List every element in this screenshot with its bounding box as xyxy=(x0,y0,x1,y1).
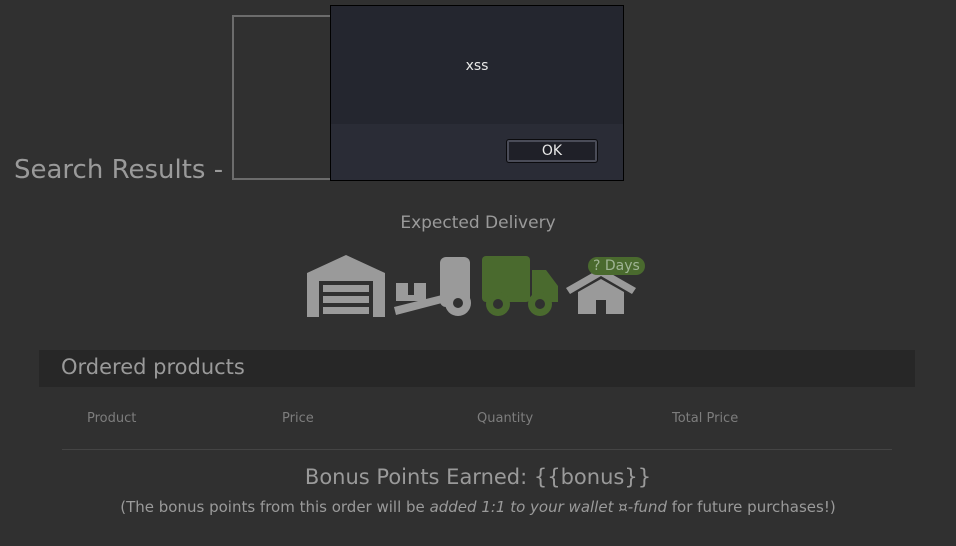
column-header-quantity: Quantity xyxy=(477,411,534,426)
ordered-products-title: Ordered products xyxy=(61,355,245,379)
alert-dialog: xss OK xyxy=(330,5,624,181)
warehouse-icon xyxy=(307,255,385,317)
table-divider xyxy=(62,449,892,450)
search-results-title: Search Results - xyxy=(14,155,224,185)
alert-ok-button[interactable]: OK xyxy=(506,139,598,163)
bonus-points-title: Bonus Points Earned: {{bonus}} xyxy=(304,465,652,489)
bonus-note-emphasis: added 1:1 to your wallet ¤-fund xyxy=(429,498,667,516)
bonus-note-suffix: for future purchases!) xyxy=(667,498,836,516)
delivery-title: Expected Delivery xyxy=(400,213,556,233)
days-badge: ? Days xyxy=(588,257,645,275)
column-header-price: Price xyxy=(282,411,314,426)
forklift-icon xyxy=(394,257,471,316)
column-header-total-price: Total Price xyxy=(672,411,739,426)
column-header-product: Product xyxy=(87,411,137,426)
bonus-note-prefix: (The bonus points from this order will b… xyxy=(120,498,430,516)
page: Search Results - Expected Delivery ? Day… xyxy=(0,0,956,546)
ordered-products-header: Ordered products xyxy=(39,350,915,387)
bonus-points-note: (The bonus points from this order will b… xyxy=(0,498,956,516)
truck-icon xyxy=(482,256,558,316)
alert-message: xss xyxy=(465,58,489,74)
